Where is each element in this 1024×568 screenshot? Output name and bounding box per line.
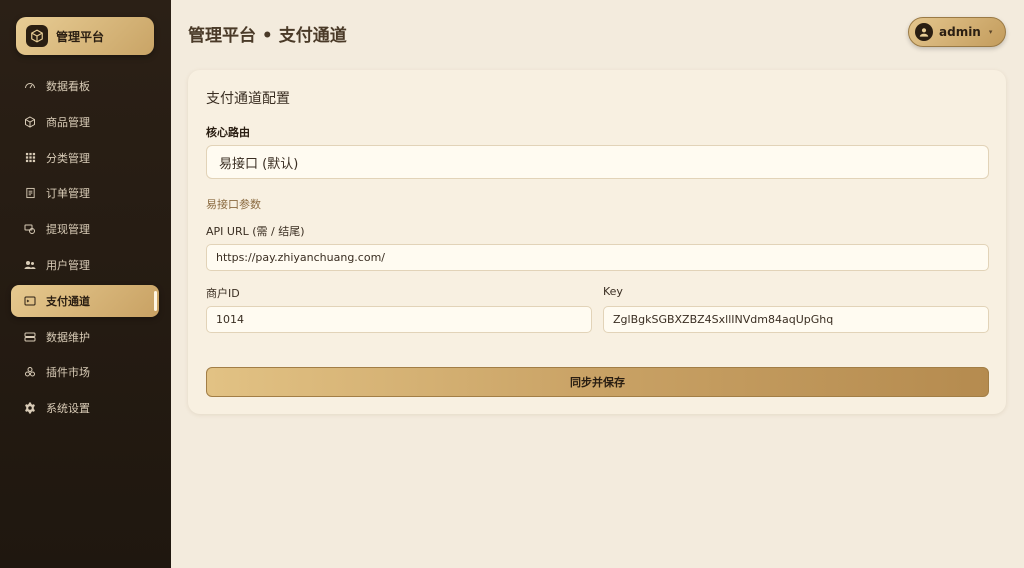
sidebar-item-label: 提现管理 — [46, 223, 90, 237]
box-logo-icon — [26, 25, 48, 47]
sidebar-item-label: 支付通道 — [46, 294, 90, 308]
route-select[interactable]: 易接口 (默认) — [206, 145, 989, 179]
page-title: 管理平台 • 支付通道 — [188, 26, 347, 46]
sidebar-item-categories[interactable]: 分类管理 — [11, 142, 159, 174]
sidebar-item-label: 系统设置 — [46, 402, 90, 416]
key-label: Key — [603, 285, 623, 298]
sidebar-item-label: 数据维护 — [46, 330, 90, 344]
api-url-label: API URL (需 / 结尾) — [206, 225, 305, 238]
sidebar-item-label: 订单管理 — [46, 187, 90, 201]
brand-title: 管理平台 — [56, 29, 105, 44]
withdraw-icon — [23, 222, 37, 236]
gear-icon — [23, 401, 37, 415]
box-icon — [23, 115, 37, 129]
sidebar-nav: 数据看板 商品管理 分类管理 订单管理 提现管理 用户管理 支付通道 数据维护 … — [0, 70, 171, 428]
user-menu-button[interactable]: admin ▾ — [908, 17, 1006, 47]
api-url-input[interactable]: https://pay.zhiyanchuang.com/ — [206, 244, 989, 271]
brand-button[interactable]: 管理平台 — [16, 17, 154, 55]
sidebar: 管理平台 数据看板 商品管理 分类管理 订单管理 提现管理 用户管理 支付通道 … — [0, 0, 171, 568]
sidebar-item-plugins[interactable]: 插件市场 — [11, 356, 159, 388]
card-title: 支付通道配置 — [206, 91, 290, 107]
grid-icon — [23, 151, 37, 165]
merchant-id-label: 商户ID — [206, 287, 240, 300]
dashboard-icon — [23, 79, 37, 93]
sidebar-item-products[interactable]: 商品管理 — [11, 106, 159, 138]
merchant-id-input[interactable]: 1014 — [206, 306, 592, 333]
sidebar-item-data-maintenance[interactable]: 数据维护 — [11, 321, 159, 353]
sidebar-item-label: 分类管理 — [46, 151, 90, 165]
sidebar-item-label: 数据看板 — [46, 80, 90, 93]
user-name: admin — [939, 25, 981, 39]
sidebar-item-label: 用户管理 — [46, 258, 90, 272]
sidebar-item-dashboard[interactable]: 数据看板 — [11, 70, 159, 102]
sidebar-item-settings[interactable]: 系统设置 — [11, 392, 159, 424]
key-input[interactable]: ZglBgkSGBXZBZ4SxllINVdm84aqUpGhq — [603, 306, 989, 333]
sidebar-item-label: 插件市场 — [46, 366, 90, 380]
plugins-icon — [23, 365, 37, 379]
sidebar-item-label: 商品管理 — [46, 115, 90, 129]
sidebar-item-payment[interactable]: 支付通道 — [11, 284, 159, 317]
users-icon — [23, 258, 37, 272]
chevron-down-icon: ▾ — [988, 28, 993, 36]
sidebar-item-withdrawals[interactable]: 提现管理 — [11, 213, 159, 245]
payment-icon — [23, 294, 37, 308]
receipt-icon — [23, 186, 37, 200]
payment-config-card: 支付通道配置 核心路由 易接口 (默认) 易接口参数 API URL (需 / … — [188, 70, 1006, 414]
section-label: 易接口参数 — [206, 198, 261, 211]
user-avatar-icon — [915, 23, 933, 41]
sidebar-item-orders[interactable]: 订单管理 — [11, 177, 159, 209]
route-label: 核心路由 — [206, 126, 250, 139]
database-icon — [23, 330, 37, 344]
save-button[interactable]: 同步并保存 — [206, 367, 989, 397]
sidebar-item-users[interactable]: 用户管理 — [11, 249, 159, 281]
